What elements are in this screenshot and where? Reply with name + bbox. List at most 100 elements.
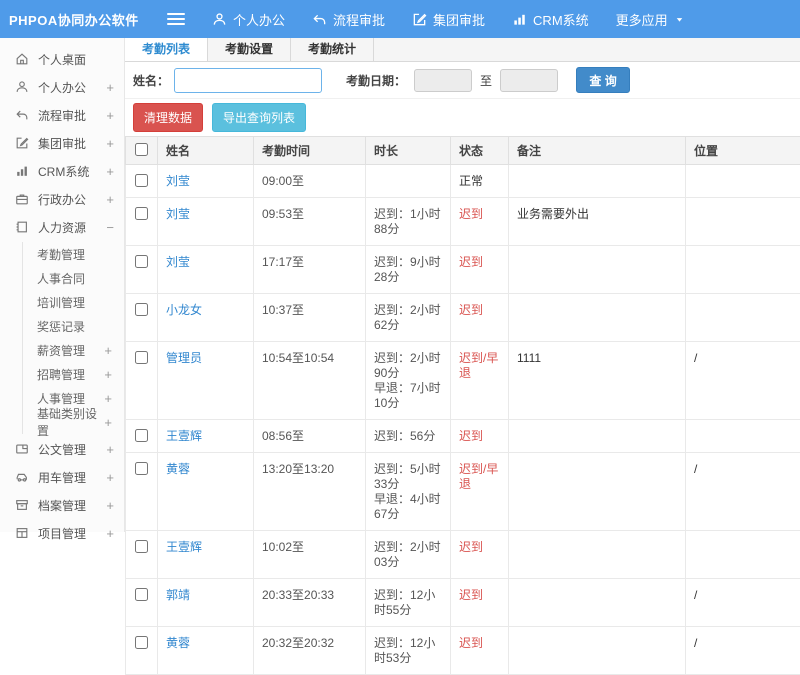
car-icon xyxy=(15,470,29,484)
sidebar: 个人桌面 个人办公 + 流程审批 + 集团审批 + CRM系统 + 行政办公 + xyxy=(0,38,125,532)
row-note xyxy=(509,294,686,342)
row-time: 10:37至 xyxy=(254,294,366,342)
row-checkbox[interactable] xyxy=(135,429,148,442)
row-note xyxy=(509,420,686,453)
sidebar-item-document[interactable]: 公文管理 + xyxy=(0,435,124,463)
row-location xyxy=(686,294,800,342)
user-icon xyxy=(15,80,29,94)
row-name-link[interactable]: 王壹辉 xyxy=(166,429,202,443)
row-duration-line2: 早退：4小时67分 xyxy=(374,492,442,522)
topnav-label: 流程审批 xyxy=(333,10,385,29)
sidebar-item-personal-desktop[interactable]: 个人桌面 xyxy=(0,45,124,73)
home-icon xyxy=(15,52,29,66)
row-duration-line1: 迟到：1小时88分 xyxy=(374,207,442,237)
sidebar-item-project[interactable]: 项目管理 + xyxy=(0,519,124,547)
table-row: 刘莹 09:00至 正常 xyxy=(126,165,800,198)
row-status: 迟到/早退 xyxy=(459,462,498,491)
row-duration-line1: 迟到：2小时03分 xyxy=(374,540,442,570)
row-name-link[interactable]: 王壹辉 xyxy=(166,540,202,554)
row-location xyxy=(686,420,800,453)
table-row: 刘莹 17:17至 迟到：9小时28分 迟到 xyxy=(126,246,800,294)
tab-attendance-list[interactable]: 考勤列表 xyxy=(125,38,208,61)
row-checkbox[interactable] xyxy=(135,540,148,553)
sidebar-item-hr[interactable]: 人力资源 − xyxy=(0,213,124,241)
topnav-item-more-apps[interactable]: 更多应用 xyxy=(616,10,685,29)
tab-attendance-settings[interactable]: 考勤设置 xyxy=(208,38,291,61)
row-duration-line1: 迟到：9小时28分 xyxy=(374,255,442,285)
sidebar-item-workflow-approval[interactable]: 流程审批 + xyxy=(0,101,124,129)
row-checkbox[interactable] xyxy=(135,303,148,316)
table-header-row: 姓名 考勤时间 时长 状态 备注 位置 xyxy=(126,137,800,165)
sidebar-item-admin-office[interactable]: 行政办公 + xyxy=(0,185,124,213)
row-duration-line1: 迟到：12小时55分 xyxy=(374,588,442,618)
sidebar-subitem-basic-category[interactable]: 基础类别设置 + xyxy=(23,410,124,434)
sidebar-subitem-personnel-contract[interactable]: 人事合同 xyxy=(23,266,124,290)
clear-data-button[interactable]: 清理数据 xyxy=(133,103,203,132)
row-status: 迟到 xyxy=(459,303,483,317)
sidebar-subitem-attendance[interactable]: 考勤管理 xyxy=(23,242,124,266)
search-button[interactable]: 查 询 xyxy=(576,67,630,93)
row-name-link[interactable]: 黄蓉 xyxy=(166,462,190,476)
export-list-button[interactable]: 导出查询列表 xyxy=(212,103,306,132)
row-status: 迟到 xyxy=(459,588,483,602)
row-name-link[interactable]: 刘莹 xyxy=(166,174,190,188)
row-checkbox[interactable] xyxy=(135,255,148,268)
topnav-item-crm[interactable]: CRM系统 xyxy=(512,10,589,29)
date-from-input[interactable] xyxy=(414,69,472,92)
table-row: 管理员 10:54至10:54 迟到：2小时90分 早退：7小时10分 迟到/早… xyxy=(126,342,800,420)
sidebar-item-vehicle[interactable]: 用车管理 + xyxy=(0,463,124,491)
sidebar-item-archive[interactable]: 档案管理 + xyxy=(0,491,124,519)
sidebar-item-personal-office[interactable]: 个人办公 + xyxy=(0,73,124,101)
top-header: PHPOA协同办公软件 个人办公 流程审批 集团审批 CRM系统 xyxy=(0,0,800,38)
tab-attendance-stats[interactable]: 考勤统计 xyxy=(291,38,374,61)
name-input[interactable] xyxy=(174,68,322,93)
row-status: 迟到 xyxy=(459,255,483,269)
row-name-link[interactable]: 刘莹 xyxy=(166,255,190,269)
row-checkbox[interactable] xyxy=(135,174,148,187)
row-location xyxy=(686,198,800,246)
row-note: 1111 xyxy=(509,342,686,420)
archive-icon xyxy=(15,498,29,512)
topnav-label: 更多应用 xyxy=(616,10,668,29)
sidebar-subitem-training[interactable]: 培训管理 xyxy=(23,290,124,314)
row-name-link[interactable]: 黄蓉 xyxy=(166,636,190,650)
row-checkbox[interactable] xyxy=(135,462,148,475)
row-time: 09:53至 xyxy=(254,198,366,246)
sidebar-subitem-rewards[interactable]: 奖惩记录 xyxy=(23,314,124,338)
topnav-item-workflow-approval[interactable]: 流程审批 xyxy=(312,10,385,29)
action-bar: 清理数据 导出查询列表 xyxy=(125,99,800,136)
row-checkbox[interactable] xyxy=(135,351,148,364)
row-checkbox[interactable] xyxy=(135,207,148,220)
row-duration-line1: 迟到：5小时33分 xyxy=(374,462,442,492)
row-location: / xyxy=(686,627,800,675)
date-to-input[interactable] xyxy=(500,69,558,92)
col-header-time: 考勤时间 xyxy=(254,137,366,165)
row-name-link[interactable]: 郭靖 xyxy=(166,588,190,602)
hamburger-menu-icon[interactable] xyxy=(167,13,185,26)
edit-icon xyxy=(15,136,29,150)
row-name-link[interactable]: 刘莹 xyxy=(166,207,190,221)
row-duration-line1: 迟到：12小时53分 xyxy=(374,636,442,666)
select-all-checkbox[interactable] xyxy=(135,143,148,156)
topnav-label: 个人办公 xyxy=(233,10,285,29)
row-name-link[interactable]: 小龙女 xyxy=(166,303,202,317)
row-time: 17:17至 xyxy=(254,246,366,294)
row-time: 10:02至 xyxy=(254,531,366,579)
topnav-item-group-approval[interactable]: 集团审批 xyxy=(412,10,485,29)
table-row: 黄蓉 20:32至20:32 迟到：12小时53分 迟到 / xyxy=(126,627,800,675)
sidebar-subitem-recruitment[interactable]: 招聘管理 + xyxy=(23,362,124,386)
bar-chart-icon xyxy=(15,164,29,178)
top-navigation: 个人办公 流程审批 集团审批 CRM系统 更多应用 xyxy=(185,10,685,29)
topnav-item-personal-office[interactable]: 个人办公 xyxy=(212,10,285,29)
sidebar-item-group-approval[interactable]: 集团审批 + xyxy=(0,129,124,157)
row-status: 迟到 xyxy=(459,429,483,443)
row-checkbox[interactable] xyxy=(135,588,148,601)
sidebar-item-crm[interactable]: CRM系统 + xyxy=(0,157,124,185)
row-duration-line1: 迟到：2小时62分 xyxy=(374,303,442,333)
caret-down-icon xyxy=(674,14,685,25)
row-name-link[interactable]: 管理员 xyxy=(166,351,202,365)
name-label: 姓名： xyxy=(133,72,169,89)
attendance-table-body: 刘莹 09:00至 正常 刘莹 09:53至 迟到：1小时88分 迟到 业务需要… xyxy=(126,165,800,675)
row-checkbox[interactable] xyxy=(135,636,148,649)
sidebar-subitem-salary[interactable]: 薪资管理 + xyxy=(23,338,124,362)
